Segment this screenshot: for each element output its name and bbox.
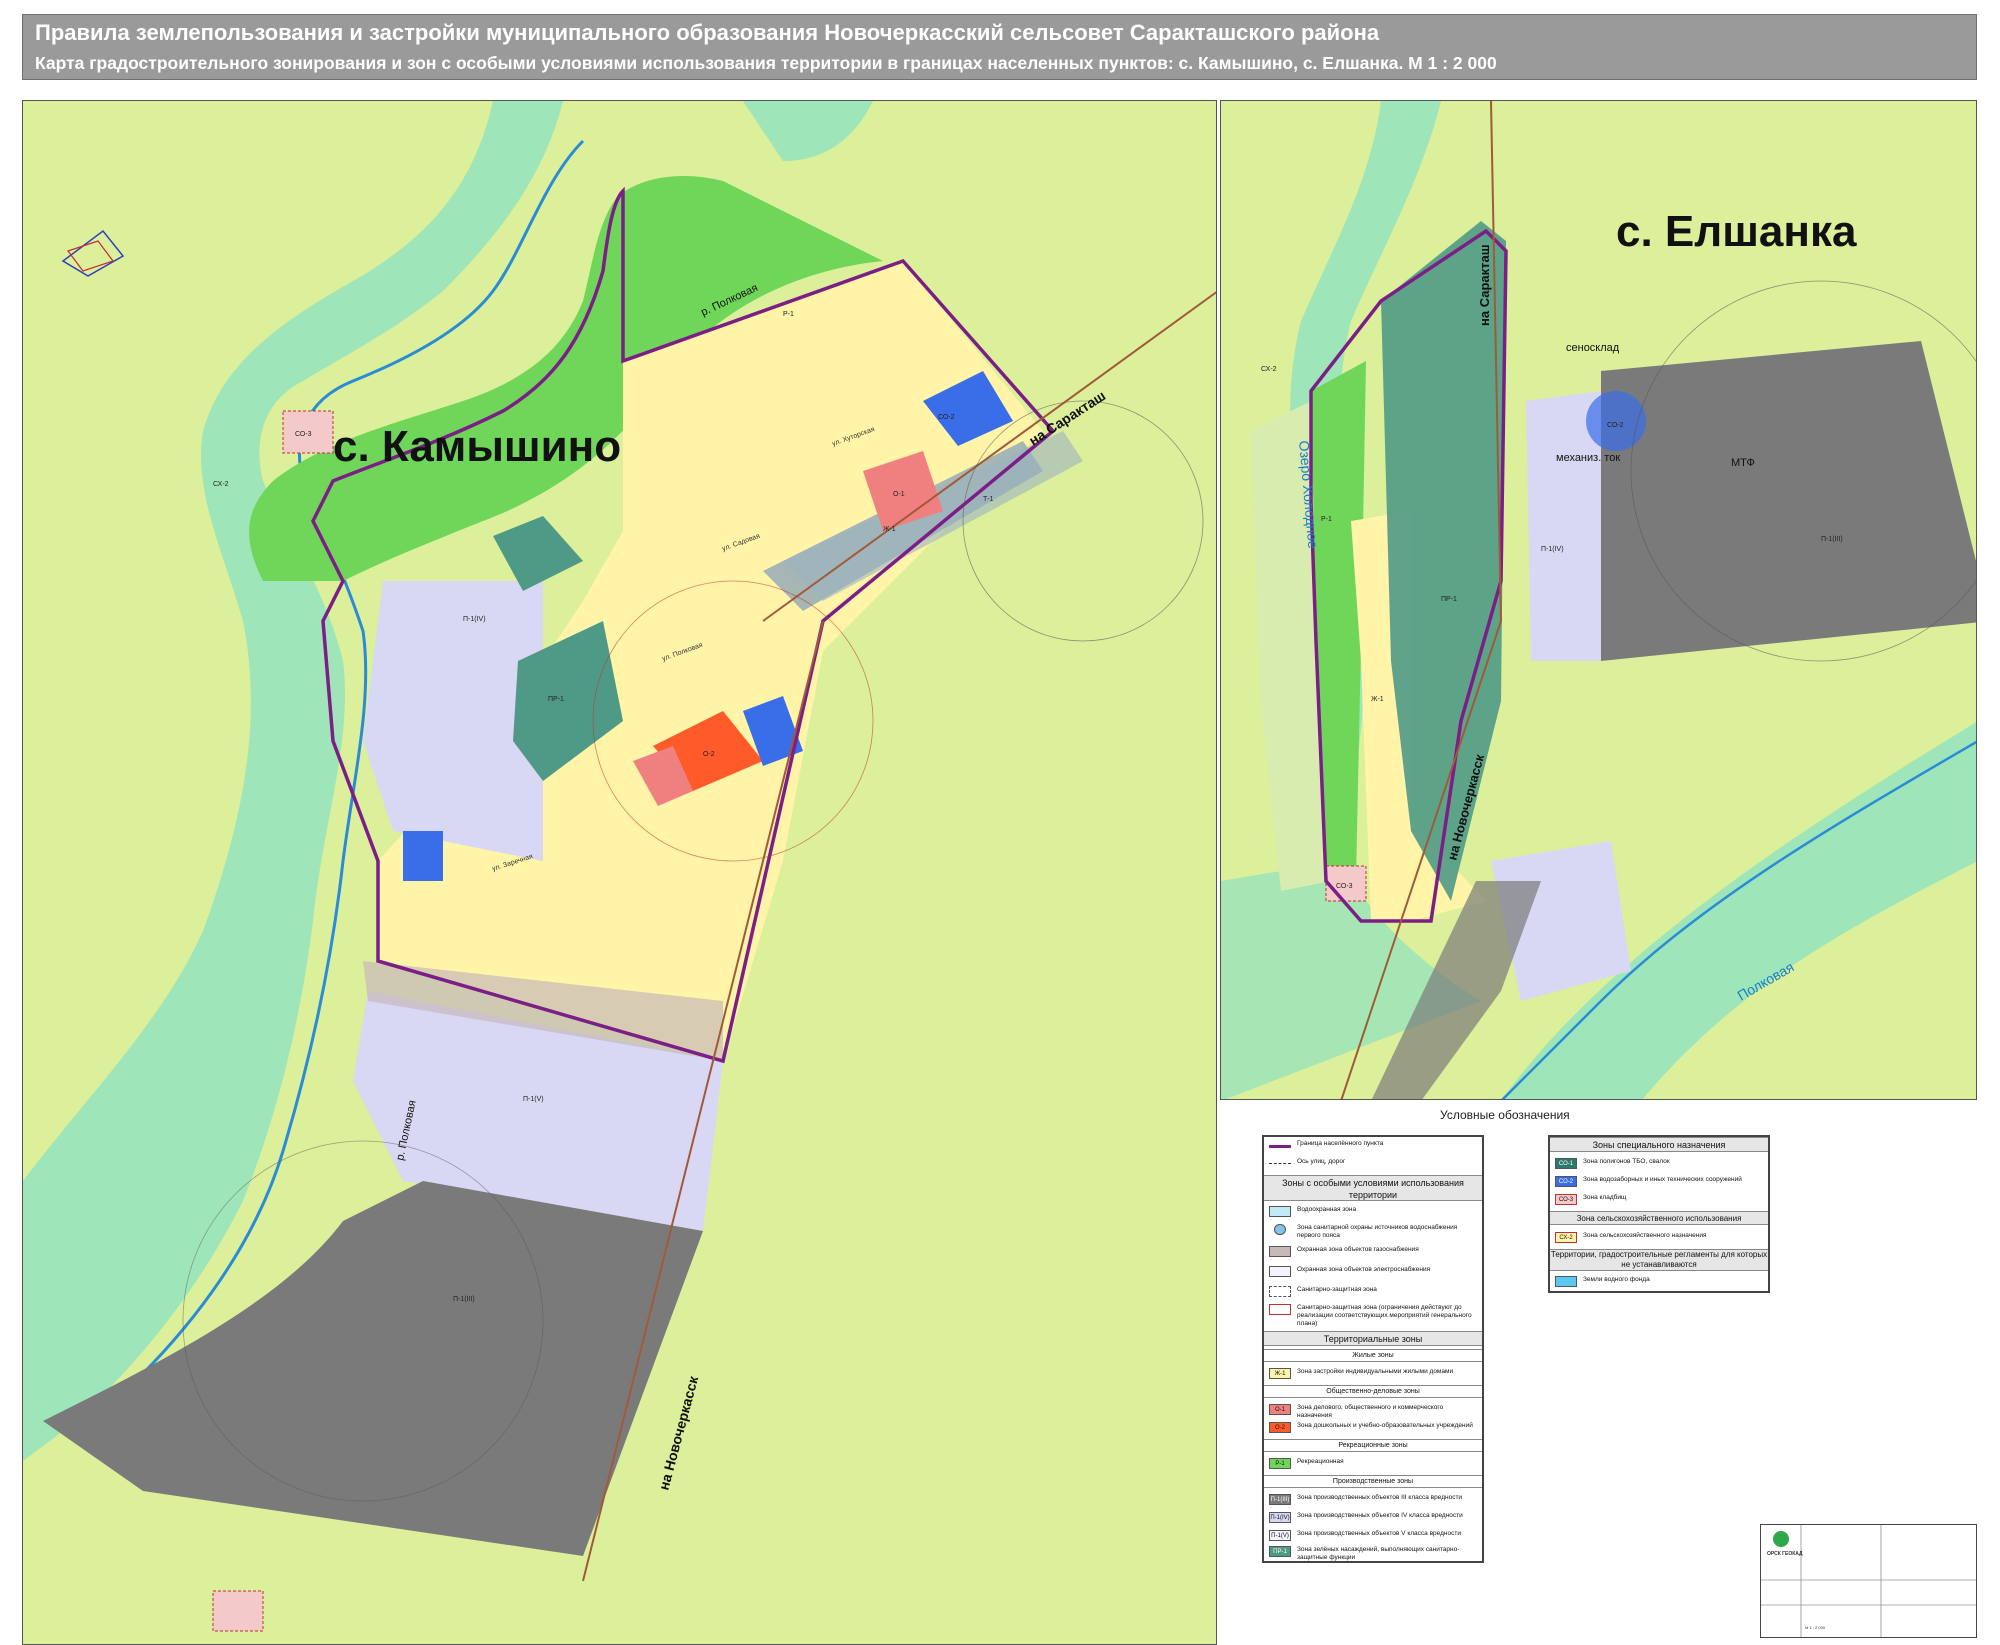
legend-row: Охранная зона объектов газоснабжения <box>1264 1243 1482 1261</box>
zone-label: Ж-1 <box>1371 696 1384 703</box>
legend-section-agri: Зона сельскохозяйственного использования <box>1550 1211 1768 1225</box>
stamp-scale: М 1 : 2 000 <box>1805 1625 1826 1630</box>
map-elshanka: с. Елшанка на Саракташ на Новочеркасск О… <box>1221 101 1976 1099</box>
legend-row: Земли водного фонда <box>1550 1273 1768 1291</box>
legend-row: Р-1 Рекреационная <box>1264 1455 1482 1473</box>
zone-label: ПР-1 <box>1441 596 1457 603</box>
legend-row: Граница населённого пункта <box>1264 1137 1482 1155</box>
zone-label: Р-1 <box>783 311 794 318</box>
legend-row: Ж-1 Зона застройки индивидуальными жилыми… <box>1264 1365 1482 1383</box>
legend-section-special-purpose: Зоны специального назначения <box>1550 1137 1768 1152</box>
zone-label: ПР-1 <box>548 696 564 703</box>
legend-row: П-1(III) Зона производственных объектов I… <box>1269 1494 1463 1505</box>
place-farm: МТФ <box>1731 457 1755 469</box>
zone-label: СО-2 <box>1607 422 1624 429</box>
zone-label: П-1(III) <box>453 1296 475 1303</box>
legend-row: Санитарно-защитная зона <box>1264 1283 1482 1301</box>
legend-row: Охранная зона объектов электроснабжения <box>1264 1263 1482 1281</box>
settlement-name: с. Елшанка <box>1616 207 1857 256</box>
legend-section-territorial: Территориальные зоны <box>1264 1331 1482 1346</box>
zone-label: СХ-2 <box>213 481 229 488</box>
zone-label: О-1 <box>893 491 905 498</box>
stamp-org: ОРСК ГЕОКАД <box>1767 1551 1803 1557</box>
zone-label: Ж-1 <box>883 526 896 533</box>
legend-row: Ось улиц, дорог <box>1264 1155 1482 1173</box>
legend-section-special: Зоны с особыми условиями использования т… <box>1264 1175 1482 1201</box>
legend-row: П-1(IV) Зона производственных объектов IV… <box>1269 1512 1463 1523</box>
legend-box-left: Граница населённого пункта Ось улиц, дор… <box>1262 1135 1484 1563</box>
legend-section-noreg: Территории, градостроительные регламенты… <box>1550 1249 1768 1271</box>
legend-row: СО-2 Зона водозаборных и иных технических… <box>1550 1173 1768 1191</box>
legend-row: О-1 Зона делового, общественного и коммер… <box>1264 1401 1482 1419</box>
legend-row: Водоохранная зона <box>1264 1203 1482 1221</box>
boundary-swatch <box>1269 1145 1291 1148</box>
title-block: ОРСК ГЕОКАД М 1 : 2 000 <box>1760 1524 1977 1638</box>
legend-text: Ось улиц, дорог <box>1297 1158 1346 1165</box>
settlement-name: с. Камышино <box>333 422 621 471</box>
legend-box-right: Зоны специального назначения СО-1 Зона по… <box>1548 1135 1770 1293</box>
zone-label: СХ-2 <box>1261 366 1277 373</box>
legend-section-production: Производственные зоны <box>1264 1475 1482 1488</box>
tech-zone-co2 <box>1586 391 1646 451</box>
zone-label: СО-3 <box>295 431 312 438</box>
zone-label: П-1(IV) <box>463 616 486 623</box>
zone-label: СО-3 <box>1336 883 1353 890</box>
place-tok: механиз. ток <box>1556 452 1620 464</box>
map-panel-kamyshino[interactable]: с. Камышино на Саракташ на Новочеркасск … <box>22 100 1217 1645</box>
zone-label: П-1(III) <box>1821 536 1843 543</box>
map-kamyshino: с. Камышино на Саракташ на Новочеркасск … <box>23 101 1216 1644</box>
zone-label: П-1(IV) <box>1541 546 1564 553</box>
road-label-saraktash: на Саракташ <box>1477 244 1492 326</box>
legend-row: ПР-1 Зона зелёных насаждений, выполняющих… <box>1264 1543 1482 1563</box>
legend-row: СО-1 Зона полигонов ТБО, свалок <box>1550 1155 1768 1173</box>
map-subtitle: Карта градостроительного зонирования и з… <box>35 53 1497 73</box>
title-bar: Правила землепользования и застройки мун… <box>22 14 1977 80</box>
road-axis-swatch <box>1269 1163 1291 1164</box>
legend-row: Зона санитарной охраны источников водосн… <box>1264 1221 1482 1241</box>
map-panel-elshanka[interactable]: с. Елшанка на Саракташ на Новочеркасск О… <box>1220 100 1977 1100</box>
zone-label: О-2 <box>703 751 715 758</box>
legend-section-public: Общественно-деловые зоны <box>1264 1385 1482 1398</box>
legend-row: СХ-2 Зона сельскохозяйственного назначени… <box>1550 1229 1768 1247</box>
legend-section-residential: Жилые зоны <box>1264 1349 1482 1362</box>
legend-row: СО-3 Зона кладбищ <box>1550 1191 1768 1209</box>
place-hay: сеносклад <box>1566 342 1620 354</box>
zone-label: П-1(V) <box>523 1096 544 1103</box>
legend-row: Санитарно-защитная зона (ограничения дей… <box>1264 1301 1482 1327</box>
production-zone-p1-iii <box>1601 341 1976 661</box>
legend-text: Граница населённого пункта <box>1297 1140 1384 1147</box>
logo-icon <box>1773 1531 1789 1547</box>
legend-section-recreation: Рекреационные зоны <box>1264 1439 1482 1452</box>
zone-label: Р-1 <box>1321 516 1332 523</box>
legend-title: Условные обозначения <box>1440 1108 1570 1122</box>
map-title: Правила землепользования и застройки мун… <box>35 20 1380 45</box>
legend-row: О-2 Зона дошкольных и учебно-образователь… <box>1264 1419 1482 1437</box>
zone-label: Т-1 <box>983 496 994 503</box>
zone-label: СО-2 <box>938 414 955 421</box>
